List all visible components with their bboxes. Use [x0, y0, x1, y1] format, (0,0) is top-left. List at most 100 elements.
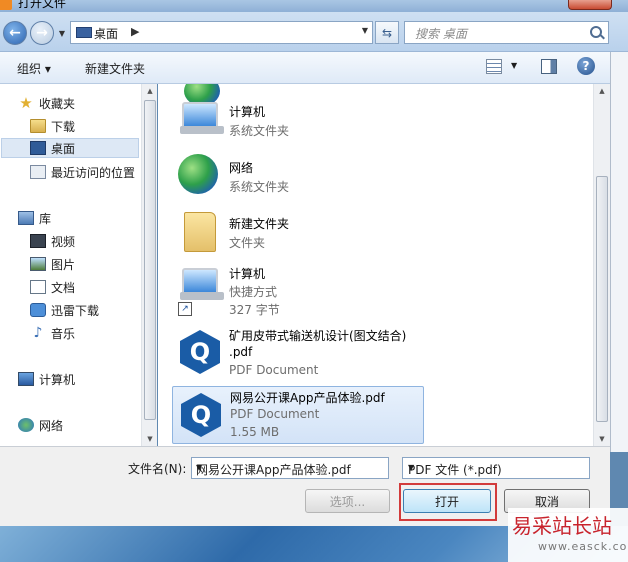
pictures-icon: [30, 257, 46, 271]
file-name-extension: .pdf: [229, 345, 253, 359]
refresh-button[interactable]: ⇆: [375, 21, 399, 44]
change-view-icon[interactable]: [486, 59, 502, 74]
app-icon: [0, 0, 12, 10]
sidebar-item-label: 图片: [51, 257, 76, 272]
filetype-select[interactable]: PDF 文件 (*.pdf) ▼: [402, 457, 590, 479]
forward-button[interactable]: →: [30, 21, 54, 45]
file-name: 计算机: [229, 267, 266, 281]
file-item-computer[interactable]: 计算机 系统文件夹: [172, 94, 424, 152]
file-type: 快捷方式: [229, 285, 278, 299]
chevron-down-icon[interactable]: ▼: [408, 463, 584, 472]
navigation-bar: ← → ▼ 桌面 ▶ ▼ ⇆ 搜索 桌面: [0, 12, 628, 52]
file-item-network[interactable]: 网络 系统文件夹: [172, 150, 424, 208]
sidebar-item-music[interactable]: ♪ 音乐: [30, 323, 75, 343]
file-type: PDF Document: [230, 407, 320, 421]
file-name: 网络: [229, 161, 254, 175]
chevron-right-icon[interactable]: ▶: [131, 25, 139, 38]
computer-icon: [18, 372, 34, 386]
nav-pane-scrollbar[interactable]: ▲ ▼: [141, 84, 157, 446]
sidebar-item-recent[interactable]: 最近访问的位置: [30, 162, 135, 182]
search-icon[interactable]: [590, 26, 602, 38]
scroll-down-arrow[interactable]: ▼: [594, 432, 610, 446]
file-name: 矿用皮带式输送机设计(图文结合): [229, 329, 407, 343]
filename-label: 文件名(N):: [128, 462, 187, 476]
sidebar-favorites[interactable]: ★ 收藏夹: [18, 93, 75, 113]
address-location[interactable]: 桌面: [94, 25, 118, 42]
sidebar-item-label: 音乐: [51, 326, 76, 341]
sidebar-item-computer[interactable]: 计算机: [18, 369, 75, 389]
back-button[interactable]: ←: [3, 21, 27, 45]
documents-icon: [30, 280, 46, 294]
file-item-pdf-netease-selected[interactable]: Q 网易公开课App产品体验.pdf PDF Document 1.55 MB: [172, 386, 424, 444]
open-button[interactable]: 打开: [403, 489, 491, 513]
sidebar-item-label: 计算机: [39, 372, 76, 387]
desktop-icon: [30, 141, 46, 155]
view-dropdown-icon[interactable]: ▼: [511, 61, 517, 70]
file-type: 文件夹: [229, 236, 266, 250]
recent-places-icon: [30, 165, 46, 179]
sidebar-item-label: 最近访问的位置: [51, 165, 136, 180]
sidebar-item-label: 收藏夹: [39, 96, 76, 111]
music-note-icon: ♪: [33, 325, 43, 341]
file-name: 新建文件夹: [229, 217, 290, 231]
sidebar-item-videos[interactable]: 视频: [30, 231, 75, 251]
address-dropdown-icon[interactable]: ▼: [362, 26, 368, 35]
history-dropdown-icon[interactable]: ▼: [56, 26, 68, 40]
close-button[interactable]: [568, 0, 612, 10]
address-bar[interactable]: 桌面 ▶ ▼: [70, 21, 373, 44]
sidebar-item-documents[interactable]: 文档: [30, 277, 75, 297]
sidebar-item-downloads[interactable]: 下载: [30, 116, 75, 136]
navigation-pane: ★ 收藏夹 下载 桌面 最近访问的位置 库 视频 图片 文档 迅雷下载 ♪ 音乐…: [0, 84, 157, 446]
title-bar: 打开文件: [0, 0, 628, 12]
new-folder-button[interactable]: 新建文件夹: [85, 60, 145, 77]
sidebar-item-pictures[interactable]: 图片: [30, 254, 75, 274]
file-name: 计算机: [229, 105, 266, 119]
globe-icon: [178, 154, 218, 194]
chevron-down-icon[interactable]: ▼: [196, 463, 383, 472]
command-toolbar: 组织 ▾ 新建文件夹 ▼ ?: [0, 52, 610, 84]
filename-field[interactable]: 网易公开课App产品体验.pdf ▼: [191, 457, 389, 479]
window-title: 打开文件: [18, 0, 67, 10]
file-list-scrollbar[interactable]: ▲ ▼: [593, 84, 610, 446]
file-type: 系统文件夹: [229, 180, 290, 194]
scroll-down-arrow[interactable]: ▼: [142, 432, 158, 446]
scrollbar-thumb[interactable]: [144, 100, 156, 420]
folder-icon: [184, 212, 216, 252]
file-name: 网易公开课App产品体验.pdf: [230, 391, 385, 405]
file-size: 1.55 MB: [230, 425, 280, 439]
sidebar-item-label: 网络: [39, 418, 64, 433]
search-box[interactable]: 搜索 桌面: [404, 21, 609, 44]
file-size: 327 字节: [229, 303, 280, 317]
sidebar-item-label: 视频: [51, 234, 76, 249]
help-icon[interactable]: ?: [577, 57, 595, 75]
shortcut-arrow-icon: ↗: [178, 302, 192, 316]
scroll-up-arrow[interactable]: ▲: [142, 84, 158, 98]
background-window-edge: [610, 52, 628, 452]
scrollbar-thumb[interactable]: [596, 176, 608, 422]
watermark: 易采站长站 www.easck.com: [508, 508, 628, 562]
file-list: 计算机 系统文件夹 网络 系统文件夹 新建文件夹 文件夹 ↗ 计算机 快捷方式 …: [158, 84, 593, 446]
sidebar-item-xunlei[interactable]: 迅雷下载: [30, 300, 99, 320]
file-type: 系统文件夹: [229, 124, 290, 138]
computer-icon: [180, 102, 224, 134]
computer-icon: [180, 268, 224, 300]
pdf-q-icon: Q: [180, 330, 220, 374]
sidebar-libraries[interactable]: 库: [18, 208, 51, 228]
file-item-new-folder[interactable]: 新建文件夹 文件夹: [172, 206, 424, 264]
sidebar-item-label: 桌面: [51, 141, 76, 156]
options-button[interactable]: 选项...: [305, 489, 390, 513]
xunlei-icon: [30, 303, 46, 317]
preview-pane-icon[interactable]: [541, 59, 557, 74]
search-input[interactable]: 搜索 桌面: [415, 25, 467, 42]
network-icon: [18, 418, 34, 432]
sidebar-item-label: 文档: [51, 280, 76, 295]
file-item-pdf-conveyor[interactable]: Q 矿用皮带式输送机设计(图文结合) .pdf PDF Document: [172, 324, 424, 382]
organize-button[interactable]: 组织 ▾: [17, 60, 51, 77]
video-icon: [30, 234, 46, 248]
sidebar-item-network[interactable]: 网络: [18, 415, 63, 435]
watermark-url: www.easck.com: [538, 540, 628, 553]
sidebar-item-desktop[interactable]: 桌面: [1, 138, 139, 158]
library-icon: [18, 211, 34, 225]
file-item-computer-shortcut[interactable]: ↗ 计算机 快捷方式 327 字节: [172, 262, 424, 320]
scroll-up-arrow[interactable]: ▲: [594, 84, 610, 98]
